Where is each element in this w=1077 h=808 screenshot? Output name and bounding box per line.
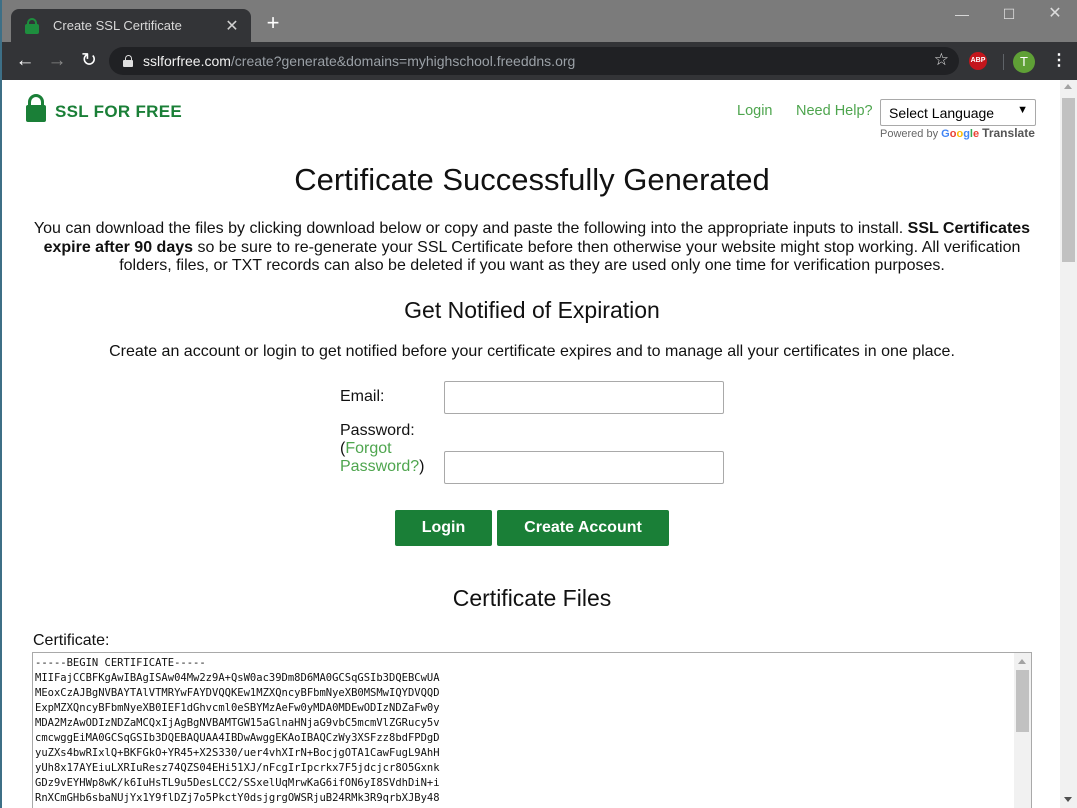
browser-tab[interactable]: Create SSL Certificate ✕ <box>11 9 251 42</box>
reload-icon[interactable]: ↻ <box>78 50 100 72</box>
certificate-files-heading: Certificate Files <box>452 585 612 611</box>
certificate-label: Certificate: <box>33 632 110 649</box>
adblock-extension-icon[interactable]: ABP <box>969 52 987 70</box>
email-field[interactable] <box>444 381 724 414</box>
site-logo[interactable]: SSL FOR FREE <box>26 94 182 122</box>
secure-lock-icon[interactable] <box>123 55 133 67</box>
scroll-up-arrow-icon[interactable] <box>1018 659 1026 664</box>
google-logo[interactable]: Google <box>941 128 979 140</box>
language-select[interactable]: Select Language ▼ <box>880 99 1036 126</box>
notify-heading: Get Notified of Expiration <box>404 297 660 323</box>
dropdown-arrow-icon: ▼ <box>1017 104 1028 116</box>
logo-text: SSL FOR FREE <box>55 102 183 121</box>
create-account-button[interactable]: Create Account <box>497 510 669 546</box>
page-title: Certificate Successfully Generated <box>294 162 770 197</box>
back-arrow-icon[interactable]: ← <box>14 50 36 72</box>
minimize-button[interactable]: — <box>942 4 982 24</box>
certificate-line: MDA2MzAwODIzNDZaMCQxIjAgBgNVBAMTGW15aGln… <box>35 717 440 729</box>
forgot-password-wrapper: (Forgot Password?) <box>340 440 425 475</box>
notify-description: Create an account or login to get notifi… <box>109 343 955 360</box>
profile-avatar[interactable]: T <box>1013 51 1035 73</box>
powered-by-text: Powered by <box>880 128 939 140</box>
bookmark-star-icon[interactable]: ☆ <box>934 50 949 70</box>
toolbar-separator <box>1003 54 1004 70</box>
close-window-button[interactable]: ✕ <box>1035 4 1075 24</box>
forward-arrow-icon[interactable]: → <box>46 50 68 72</box>
intro-paragraph: You can download the files by clicking d… <box>33 220 1031 274</box>
certificate-scrollbar[interactable] <box>1014 653 1031 808</box>
scroll-up-arrow-icon[interactable] <box>1064 84 1072 89</box>
address-bar[interactable]: sslforfree.com/create?generate&domains=m… <box>109 47 959 75</box>
password-label: Password: <box>340 422 415 439</box>
close-tab-icon[interactable]: ✕ <box>223 16 241 36</box>
browser-titlebar: Create SSL Certificate ✕ + — ☐ ✕ <box>0 0 1077 42</box>
scrollbar-thumb[interactable] <box>1016 670 1029 732</box>
browser-toolbar: ← → ↻ sslforfree.com/create?generate&dom… <box>0 42 1077 80</box>
certificate-line: ExpMZXQncyBFbmNyeXB0IEF1dGhvcml0eSBYMzAe… <box>35 702 440 714</box>
email-label: Email: <box>340 388 385 405</box>
certificate-content[interactable]: -----BEGIN CERTIFICATE----- MIIFajCCBFKgA… <box>35 656 440 806</box>
certificate-line: cmcwggEiMA0GCSqGSIb3DQEBAQUAA4IBDwAwggEK… <box>35 732 440 744</box>
lock-icon <box>25 17 39 34</box>
new-tab-button[interactable]: + <box>262 12 284 34</box>
header-login-link[interactable]: Login <box>737 103 772 119</box>
login-button[interactable]: Login <box>395 510 492 546</box>
page-scrollbar[interactable] <box>1060 80 1077 808</box>
certificate-line: MEoxCzAJBgNVBAYTAlVTMRYwFAYDVQQKEw1MZXQn… <box>35 687 440 699</box>
password-field[interactable] <box>444 451 724 484</box>
padlock-icon <box>26 94 46 122</box>
browser-menu-icon[interactable]: ⋮ <box>1051 51 1067 71</box>
certificate-line: GDz9vEYHWp8wK/k6IuHsTL9u5DesLCC2/SSxelUq… <box>35 777 440 789</box>
certificate-line: yUh8x17AYEiuLXRIuResz74QZS04EHi51XJ/nFcg… <box>35 762 440 774</box>
tab-title: Create SSL Certificate <box>53 18 182 33</box>
scroll-down-arrow-icon[interactable] <box>1064 797 1072 802</box>
maximize-button[interactable]: ☐ <box>989 4 1029 24</box>
certificate-line: RnXCmGHb6sbaNUjYx1Y9flDZj7o5PkctY0dsjgrg… <box>35 792 440 804</box>
certificate-line: -----BEGIN CERTIFICATE----- <box>35 657 206 669</box>
page-content: SSL FOR FREE Login Need Help? Select Lan… <box>0 80 1060 808</box>
need-help-link[interactable]: Need Help? <box>796 103 873 119</box>
translate-text: Translate <box>982 126 1035 140</box>
certificate-line: MIIFajCCBFKgAwIBAgISAw04Mw2z9A+QsW0ac39D… <box>35 672 440 684</box>
url-host: sslforfree.com <box>143 53 231 69</box>
google-translate-attribution: Powered by Google Translate <box>880 126 1035 140</box>
page-scrollbar-thumb[interactable] <box>1062 98 1075 262</box>
certificate-textarea[interactable]: -----BEGIN CERTIFICATE----- MIIFajCCBFKgA… <box>32 652 1032 808</box>
url-path: /create?generate&domains=myhighschool.fr… <box>230 53 576 69</box>
language-select-value: Select Language <box>889 105 995 121</box>
forgot-password-link[interactable]: Forgot Password? <box>340 440 419 475</box>
certificate-line: yuZXs4bwRIxlQ+BKFGkO+YR45+X2S330/uer4vhX… <box>35 747 440 759</box>
